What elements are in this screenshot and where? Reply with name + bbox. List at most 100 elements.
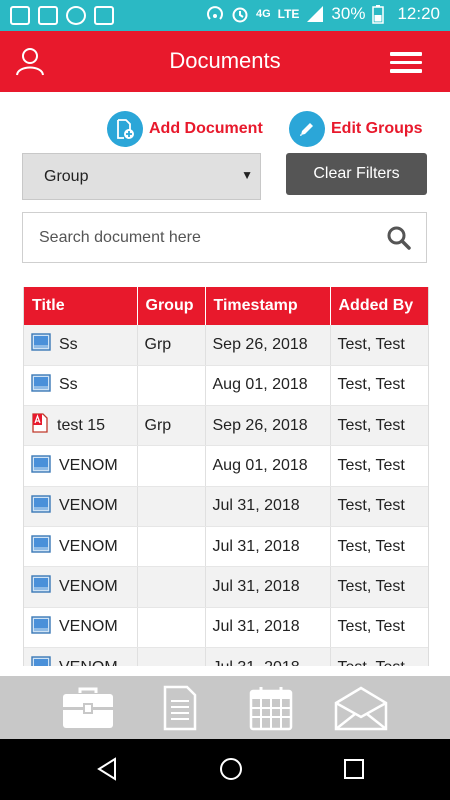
cell-added-by: Test, Test [330,365,428,407]
cell-group [137,486,206,527]
status-indicators: 4G LTE 30% 12:20 [206,4,440,24]
battery-percent: 30% [331,4,366,23]
table-row[interactable]: Ss Grp Sep 26, 2018 Test, Test [24,325,428,366]
briefcase-icon[interactable] [60,684,116,732]
cell-added-by: Test, Test [330,486,428,527]
cell-title[interactable]: VENOM [24,607,138,648]
cell-timestamp: Jul 31, 2018 [205,486,331,527]
image-file-icon [31,575,51,598]
cell-title[interactable]: test 15 [24,405,138,447]
cell-group [137,365,206,407]
translate-notification-icon [94,6,114,25]
recents-icon[interactable] [341,756,367,782]
table-row[interactable]: VENOM Aug 01, 2018 Test, Test [24,445,428,487]
back-icon[interactable] [95,756,121,782]
document-title: Ss [59,335,78,353]
cell-timestamp: Jul 31, 2018 [205,566,331,608]
cell-timestamp: Aug 01, 2018 [205,445,331,487]
cell-timestamp: Sep 26, 2018 [205,325,331,366]
hamburger-menu-icon[interactable] [390,52,422,74]
cell-added-by: Test, Test [330,526,428,568]
home-icon[interactable] [218,756,244,782]
cell-title[interactable]: VENOM [24,566,138,608]
app-header: Documents [0,31,450,92]
column-header-added-by[interactable]: Added By [330,287,428,325]
cell-group [137,566,206,608]
group-filter-select[interactable]: Group ▼ [22,153,261,200]
documents-table: Title Group Timestamp Added By Ss Grp Sep … [23,287,429,666]
battery-icon [372,5,385,24]
clear-filters-button[interactable]: Clear Filters [286,153,427,195]
table-row[interactable]: VENOM Jul 31, 2018Test, Test [24,566,428,608]
column-header-timestamp[interactable]: Timestamp [205,287,331,325]
cell-added-by: Test, Test [330,607,428,648]
document-icon[interactable] [152,684,208,732]
gallery-notification-icon [10,6,30,25]
add-document-button[interactable]: Add Document [107,111,263,147]
cell-added-by: Test, Test [330,445,428,487]
dropdown-caret-icon: ▼ [241,168,253,182]
cell-title[interactable]: VENOM [24,486,138,527]
edit-groups-button[interactable]: Edit Groups [289,111,423,147]
image-file-icon [31,374,51,397]
cell-added-by: Test, Test [330,647,428,666]
column-header-title[interactable]: Title [24,287,138,325]
cell-title[interactable]: Ss [24,365,138,407]
cell-added-by: Test, Test [330,566,428,608]
image-file-icon [31,333,51,356]
cell-timestamp: Aug 01, 2018 [205,365,331,407]
image-file-icon [31,535,51,558]
pdf-file-icon [31,413,49,438]
status-bar: 4G LTE 30% 12:20 [0,0,450,31]
image-file-icon [31,495,51,518]
calendar-icon[interactable] [243,684,299,732]
add-document-label: Add Document [149,120,263,137]
document-title: Ss [59,376,78,394]
cell-group [137,607,206,648]
group-filter-value: Group [44,168,89,185]
search-placeholder: Search document here [39,229,201,246]
image-file-icon [31,656,51,666]
app-notification-icon [66,6,86,25]
table-header-row: Title Group Timestamp Added By [24,287,428,325]
column-header-group[interactable]: Group [137,287,206,325]
cell-title[interactable]: VENOM [24,526,138,568]
cell-group: Grp [137,325,206,366]
lte-label: LTE [277,7,300,21]
document-title: test 15 [57,416,106,434]
notification-icons [10,6,114,25]
cell-group [137,526,206,568]
clock: 12:20 [397,4,440,23]
cell-added-by: Test, Test [330,325,428,366]
signal-icon [307,6,324,22]
table-row[interactable]: test 15 Grp Sep 26, 2018 Test, Test [24,405,428,447]
cell-group [137,445,206,487]
mail-icon[interactable] [333,684,389,732]
document-title: VENOM [59,618,118,636]
document-title: VENOM [59,659,118,666]
cell-title[interactable]: Ss [24,325,138,366]
system-navigation-bar [0,739,450,800]
cell-title[interactable]: VENOM [24,647,138,666]
cell-timestamp: Jul 31, 2018 [205,607,331,648]
document-title: VENOM [59,537,118,555]
cell-timestamp: Sep 26, 2018 [205,405,331,447]
search-input[interactable]: Search document here [22,212,427,263]
document-title: VENOM [59,497,118,515]
table-row[interactable]: VENOM Jul 31, 2018Test, Test [24,607,428,648]
cell-group [137,647,206,666]
table-row[interactable]: VENOM Jul 31, 2018Test, Test [24,486,428,527]
cell-title[interactable]: VENOM [24,445,138,487]
document-title: VENOM [59,577,118,595]
image-notification-icon [38,6,58,25]
page-title: Documents [169,48,281,73]
cell-group: Grp [137,405,206,447]
table-row[interactable]: VENOM Jul 31, 2018Test, Test [24,526,428,568]
hotspot-icon [207,6,223,20]
network-type: 4G [255,8,271,20]
search-icon[interactable] [386,225,412,251]
table-row[interactable]: Ss Aug 01, 2018 Test, Test [24,365,428,407]
pencil-icon [289,111,325,147]
add-document-icon [107,111,143,147]
table-row[interactable]: VENOM Jul 31, 2018Test, Test [24,647,428,666]
